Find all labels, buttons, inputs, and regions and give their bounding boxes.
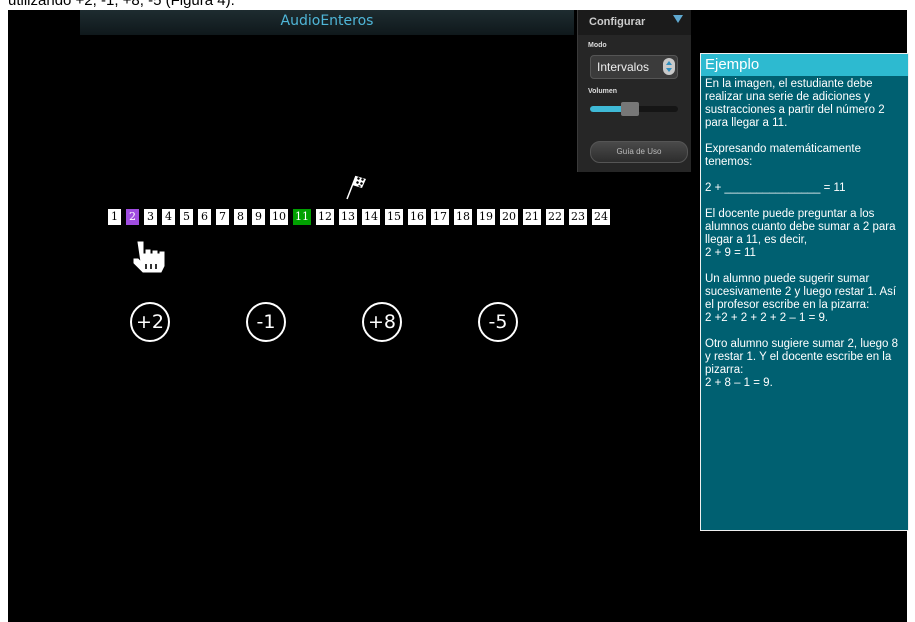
modo-value: Intervalos [597,60,650,74]
example-line: Otro alumno sugiere sumar 2, luego 8 y r… [705,338,899,376]
example-paragraph: En la imagen, el estudiante debe realiza… [705,78,903,130]
chevron-down-icon [673,15,683,23]
example-paragraph: 2 + _______________ = 11 [705,182,903,195]
hand-pointer-icon [133,241,165,273]
number-line: 1 2 3 4 5 6 7 8 9 10 11 12 13 14 15 16 17 18 19 20 21 22 23 24 [107,208,677,228]
spinner-up-icon [666,61,672,65]
guia-button-label: Guía de Uso [616,147,662,156]
number-cell[interactable]: 8 [233,208,248,226]
document-caption: utilizando +2, -1, +8, -5 (Figura 4). [8,0,235,9]
example-line: El docente puede preguntar a los alumnos… [705,208,896,246]
example-paragraph: Otro alumno sugiere sumar 2, luego 8 y r… [705,338,903,390]
example-line: 2 + _______________ = 11 [705,182,846,194]
number-cell[interactable]: 12 [315,208,335,226]
number-cell[interactable]: 13 [338,208,358,226]
app-window: AudioEnteros Configurar Modo Intervalos … [8,10,909,622]
config-panel: Configurar Modo Intervalos Volumen Guía … [577,10,691,172]
app-title: AudioEnteros [280,13,374,29]
operation-circle[interactable]: -1 [246,302,286,342]
example-panel-body: En la imagen, el estudiante debe realiza… [705,78,903,403]
example-panel: Ejemplo En la imagen, el estudiante debe… [700,53,909,531]
number-cell[interactable]: 21 [522,208,542,226]
number-cell[interactable]: 10 [269,208,289,226]
number-cell[interactable]: 3 [143,208,158,226]
number-cell[interactable]: 15 [384,208,404,226]
config-label: Configurar [589,16,646,28]
operation-circle[interactable]: +2 [130,302,170,342]
example-line: Un alumno puede sugerir sumar sucesivame… [705,273,897,311]
volume-slider[interactable] [590,102,678,116]
config-toggle[interactable]: Configurar [578,10,691,35]
number-cell[interactable]: 22 [545,208,565,226]
number-cell[interactable]: 14 [361,208,381,226]
example-line: 2 +2 + 2 + 2 + 2 – 1 = 9. [705,312,829,324]
checkered-flag-icon [346,175,366,200]
operation-circle[interactable]: +8 [362,302,402,342]
number-cell[interactable]: 2 [125,208,140,226]
number-cell[interactable]: 5 [179,208,194,226]
number-cell[interactable]: 19 [476,208,496,226]
example-line: 2 + 9 = 11 [705,247,756,259]
volumen-label: Volumen [588,88,618,95]
number-cell[interactable]: 17 [430,208,450,226]
number-cell[interactable]: 23 [568,208,588,226]
spinner-down-icon [666,68,672,72]
number-cell[interactable]: 9 [251,208,266,226]
number-cell[interactable]: 24 [591,208,611,226]
example-paragraph: Un alumno puede sugerir sumar sucesivame… [705,273,903,325]
volume-knob[interactable] [620,102,639,116]
example-paragraph: Expresando matemáticamente tenemos: [705,143,903,169]
example-paragraph: El docente puede preguntar a los alumnos… [705,208,903,260]
number-cell[interactable]: 6 [197,208,212,226]
number-cell[interactable]: 1 [107,208,122,226]
example-line: 2 + 8 – 1 = 9. [705,377,773,389]
number-cell[interactable]: 20 [499,208,519,226]
example-panel-header: Ejemplo [701,54,908,76]
operation-circle[interactable]: -5 [478,302,518,342]
guia-button[interactable]: Guía de Uso [590,141,688,163]
title-bar: AudioEnteros [80,10,574,35]
example-line: Expresando matemáticamente tenemos: [705,143,861,168]
number-cell[interactable]: 7 [215,208,230,226]
example-panel-title: Ejemplo [705,56,760,73]
number-cell[interactable]: 4 [161,208,176,226]
example-line: En la imagen, el estudiante debe realiza… [705,78,885,129]
modo-select[interactable]: Intervalos [590,55,678,79]
modo-label: Modo [588,42,607,49]
number-cell[interactable]: 11 [292,208,312,226]
number-cell[interactable]: 16 [407,208,427,226]
number-cell[interactable]: 18 [453,208,473,226]
modo-spinner[interactable] [663,58,675,75]
